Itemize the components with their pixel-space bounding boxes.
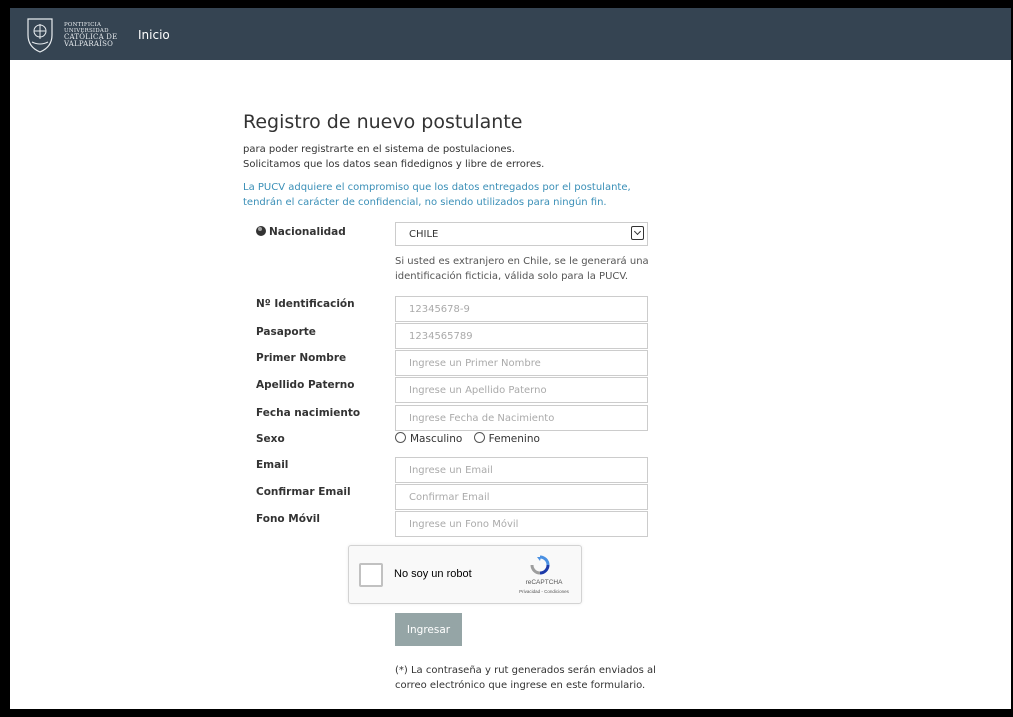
nationality-help: Si usted es extranjero en Chile, se le g…: [395, 256, 649, 282]
nationality-select[interactable]: CHILE: [395, 222, 648, 246]
passport-input[interactable]: 1234565789: [395, 323, 648, 349]
recaptcha-checkbox[interactable]: [359, 563, 383, 587]
globe-icon: [256, 226, 266, 236]
first-name-input[interactable]: Ingrese un Primer Nombre: [395, 350, 648, 376]
recaptcha-label: No soy un robot: [394, 568, 472, 580]
email-confirm-label: Confirmar Email: [256, 486, 351, 498]
page-title: Registro de nuevo postulante: [243, 111, 523, 133]
recaptcha-icon: [530, 555, 550, 575]
recaptcha-brand: reCAPTCHA: [525, 579, 563, 586]
first-name-label: Primer Nombre: [256, 352, 347, 364]
phone-input[interactable]: Ingrese un Fono Móvil: [395, 511, 648, 537]
chevron-down-icon: [631, 226, 644, 240]
intro-text: para poder registrarte en el sistema de …: [243, 144, 545, 170]
sex-female-radio[interactable]: [473, 432, 485, 443]
phone-label: Fono Móvil: [256, 513, 321, 525]
confidentiality-notice: La PUCV adquiere el compromiso que los d…: [243, 182, 631, 208]
sex-male-radio[interactable]: [395, 432, 406, 443]
birth-date-input[interactable]: Ingrese Fecha de Nacimiento: [395, 405, 648, 431]
recaptcha-privacy-links[interactable]: Privacidad - Condiciones: [504, 589, 584, 594]
sex-label: Sexo: [256, 433, 285, 445]
sex-male-label: Masculino: [410, 433, 463, 445]
last-name-input[interactable]: Ingrese un Apellido Paterno: [395, 377, 648, 403]
nationality-label: Nacionalidad: [256, 226, 346, 238]
sex-radio-group: Masculino Femenino: [395, 432, 548, 445]
email-label: Email: [256, 459, 289, 471]
last-name-label: Apellido Paterno: [256, 379, 355, 391]
email-input[interactable]: Ingrese un Email: [395, 457, 648, 483]
passport-label: Pasaporte: [256, 326, 316, 338]
top-navbar: PONTIFICIA UNIVERSIDAD CATÓLICA DE VALPA…: [10, 8, 1011, 60]
page: PONTIFICIA UNIVERSIDAD CATÓLICA DE VALPA…: [10, 8, 1011, 709]
email-confirm-input[interactable]: Confirmar Email: [395, 484, 648, 510]
birth-date-label: Fecha nacimiento: [256, 407, 361, 419]
submit-button[interactable]: Ingresar: [395, 613, 462, 646]
id-label: Nº Identificación: [256, 298, 355, 310]
university-name: PONTIFICIA UNIVERSIDAD CATÓLICA DE VALPA…: [64, 22, 118, 48]
university-crest-icon: [27, 18, 53, 53]
id-input[interactable]: 12345678-9: [395, 296, 648, 322]
recaptcha-widget: No soy un robot reCAPTCHA Privacidad - C…: [348, 545, 582, 604]
sex-female-label: Femenino: [488, 433, 540, 445]
password-note: (*) La contraseña y rut generados serán …: [395, 665, 656, 691]
nav-inicio-link[interactable]: Inicio: [138, 28, 170, 42]
